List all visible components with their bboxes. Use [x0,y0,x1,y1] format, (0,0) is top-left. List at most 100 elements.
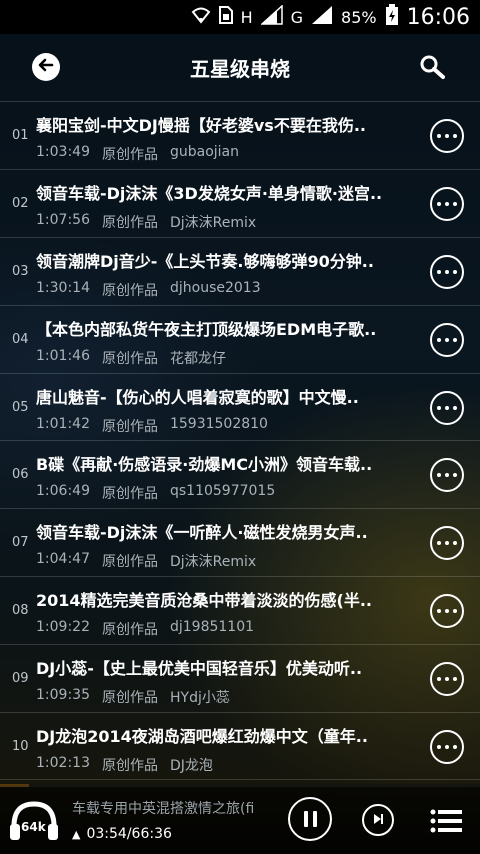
more-icon [437,269,457,274]
track-meta: 1:01:46 原创作品 花都龙仔 [36,348,226,368]
track-uploader: dj19851101 [169,619,255,636]
header: 五星级串烧 [0,34,480,100]
clock: 16:06 [406,4,470,30]
track-row[interactable]: 08 2014精选完美音质沧桑中带着淡淡的伤感(半.. 1:09:22 原创作品… [0,576,480,644]
more-button[interactable] [430,186,464,221]
track-row[interactable]: 01 襄阳宝剑-中文DJ慢摇【好老婆vs不要在我伤.. 1:03:49 原创作品… [0,101,480,169]
playback-time: 03:54/66:36 [86,826,172,842]
more-icon [437,677,457,682]
track-meta: 1:30:14 原创作品 djhouse2013 [36,280,261,300]
pause-icon [303,811,317,827]
track-duration: 1:03:49 [36,144,90,160]
track-type: 原创作品 [101,214,158,231]
track-duration: 1:07:56 [36,211,90,228]
track-type: 原创作品 [101,758,158,775]
back-button[interactable] [32,53,60,81]
track-row[interactable]: 10 DJ龙泡2014夜湖岛酒吧爆红劲爆中文（童年.. 1:02:13 原创作品… [0,712,480,780]
now-playing-title[interactable]: 车载专用中英混搭激情之旅(fi [72,798,270,818]
quality-label: 64k [21,820,46,834]
track-uploader: qs1105977015 [169,483,276,500]
track-meta: 1:01:42 原创作品 15931502810 [36,416,268,436]
more-icon [437,745,457,750]
track-duration: 1:04:47 [36,551,90,568]
more-button[interactable] [430,119,464,153]
next-button[interactable] [362,804,394,836]
more-icon [437,541,457,546]
track-duration: 1:02:13 [36,755,90,772]
track-index: 05 [12,399,29,415]
more-button[interactable] [430,730,464,765]
track-uploader: DJ龙泡 [169,758,213,775]
track-row[interactable]: 04 【本色内部私货午夜主打顶级爆场EDM电子歌.. 1:01:46 原创作品 … [0,304,480,373]
track-type: 原创作品 [101,418,158,435]
track-index: 06 [12,467,29,483]
signal-icon-2 [311,5,333,29]
track-index: 07 [12,535,29,551]
track-uploader: HYdj小蕊 [169,690,230,707]
track-uploader: Dj沫沫Remix [169,554,257,571]
track-row[interactable]: 05 唐山魅音-【伤心的人唱着寂寞的歌】中文慢.. 1:01:42 原创作品 1… [0,372,480,441]
menu-icon [430,809,462,838]
track-title: 【本色内部私货午夜主打顶级爆场EDM电子歌.. [36,319,377,339]
track-uploader: gubaojian [169,144,240,160]
track-list: 01 襄阳宝剑-中文DJ慢摇【好老婆vs不要在我伤.. 1:03:49 原创作品… [0,101,480,780]
track-index: 04 [12,331,29,347]
sim-card-icon [218,6,233,28]
track-title: 领音车载-Dj沫沫《3D发烧女声·单身情歌·迷宫.. [36,183,383,203]
network-type-h: H [240,7,253,27]
track-type: 原创作品 [101,554,158,571]
track-row[interactable]: 02 领音车载-Dj沫沫《3D发烧女声·单身情歌·迷宫.. 1:07:56 原创… [0,168,480,237]
network-type-g: G [290,7,304,27]
more-button[interactable] [430,662,464,697]
more-icon [437,201,457,206]
more-button[interactable] [430,526,464,561]
more-button[interactable] [430,254,464,289]
track-title: 2014精选完美音质沧桑中带着淡淡的伤感(半.. [36,591,373,611]
track-uploader: 15931502810 [169,415,268,432]
track-meta: 1:03:49 原创作品 gubaojian [36,144,239,164]
battery-percent: 85% [341,7,377,27]
track-type: 原创作品 [101,147,158,163]
track-type: 原创作品 [101,486,158,503]
track-index: 09 [12,671,29,687]
track-row[interactable]: 07 领音车载-Dj沫沫《一听醉人·磁性发烧男女声.. 1:04:47 原创作品… [0,508,480,576]
track-meta: 1:04:47 原创作品 Dj沫沫Remix [36,551,256,571]
pause-button[interactable] [288,797,332,841]
track-title: 领音潮牌Dj音少-《上头节奏.够嗨够弹90分钟.. [36,251,374,271]
more-icon [437,134,457,138]
track-type: 原创作品 [101,282,158,299]
track-duration: 1:01:46 [36,347,90,364]
track-duration: 1:09:35 [36,687,90,704]
track-index: 08 [12,603,29,619]
track-index: 01 [12,128,29,143]
track-duration: 1:01:42 [36,415,90,432]
search-button[interactable] [416,52,450,82]
track-title: DJ小蕊-【史上最优美中国轻音乐】优美动听.. [36,659,363,679]
track-meta: 1:06:49 原创作品 qs1105977015 [36,483,275,503]
menu-button[interactable] [430,808,462,834]
track-meta: 1:09:35 原创作品 HYdj小蕊 [36,687,230,707]
more-button[interactable] [430,390,464,425]
track-meta: 1:09:22 原创作品 dj19851101 [36,619,254,639]
track-title: 襄阳宝剑-中文DJ慢摇【好老婆vs不要在我伤.. [36,116,366,135]
track-uploader: djhouse2013 [169,279,261,296]
battery-charging-icon [385,4,399,30]
quality-button[interactable]: 64k [8,800,60,844]
player-bar [0,784,480,854]
track-title: 领音车载-Dj沫沫《一听醉人·磁性发烧男女声.. [36,523,368,543]
more-icon [437,473,457,478]
track-type: 原创作品 [101,350,158,367]
track-uploader: Dj沫沫Remix [169,214,257,231]
more-icon [437,609,457,614]
track-row[interactable]: 06 B碟《再献·伤感语录·劲爆MC小洲》领音车载.. 1:06:49 原创作品… [0,440,480,508]
track-uploader: 花都龙仔 [169,350,226,367]
chevron-up-icon[interactable]: ▲ [72,828,80,841]
more-button[interactable] [430,322,464,357]
more-button[interactable] [430,458,464,493]
track-row[interactable]: 03 领音潮牌Dj音少-《上头节奏.够嗨够弹90分钟.. 1:30:14 原创作… [0,236,480,305]
more-icon [437,405,457,410]
page-title: 五星级串烧 [190,56,290,81]
search-icon [416,55,450,86]
more-button[interactable] [430,594,464,629]
track-row[interactable]: 09 DJ小蕊-【史上最优美中国轻音乐】优美动听.. 1:09:35 原创作品 … [0,644,480,712]
